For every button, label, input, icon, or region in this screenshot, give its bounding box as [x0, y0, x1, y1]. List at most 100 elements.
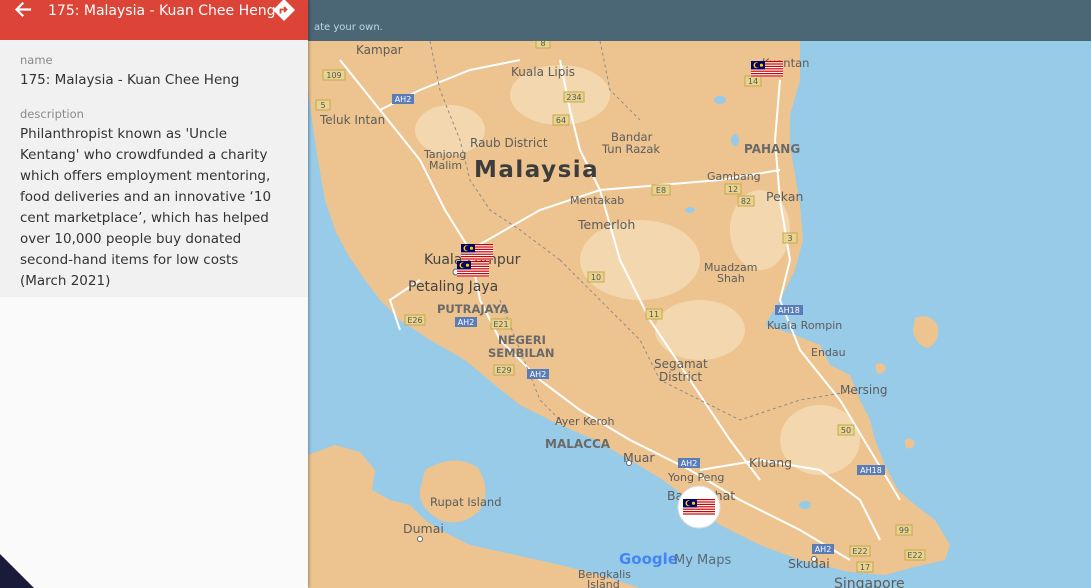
road-shield: 50 — [837, 424, 855, 436]
place-petaling-jaya: Petaling Jaya — [408, 279, 498, 295]
svg-text:AH2: AH2 — [395, 95, 412, 104]
place-yong-peng: Yong Peng — [667, 471, 724, 484]
road-shield: AH2 — [527, 369, 549, 379]
corner-decoration — [0, 554, 34, 588]
road-shield: 8 — [535, 41, 551, 49]
back-arrow-icon[interactable] — [8, 0, 36, 22]
place-endau: Endau — [811, 346, 846, 359]
svg-text:E21: E21 — [493, 320, 508, 329]
road-shield: AH2 — [392, 94, 414, 104]
road-shield: 12 — [724, 183, 742, 195]
svg-text:AH18: AH18 — [860, 466, 882, 475]
place-district: District — [659, 370, 702, 384]
road-shield: AH18 — [857, 465, 885, 475]
topbar-hint-text[interactable]: ate your own. — [314, 22, 383, 33]
svg-text:E29: E29 — [496, 366, 511, 375]
svg-text:10: 10 — [591, 273, 601, 282]
description-field-value: Philanthropist known as 'Uncle Kentang' … — [20, 126, 272, 289]
svg-text:AH2: AH2 — [681, 459, 698, 468]
panel-title: 175: Malaysia - Kuan Chee Heng — [48, 3, 276, 19]
place-island: Island — [587, 578, 620, 588]
feature-details-panel: 175: Malaysia - Kuan Chee Heng name 175:… — [0, 0, 308, 588]
road-shield: 109 — [322, 69, 346, 81]
svg-text:109: 109 — [326, 71, 341, 80]
road-shield: 99 — [895, 524, 913, 536]
place-mersing: Mersing — [840, 383, 887, 397]
road-shield: E26 — [404, 314, 426, 326]
svg-text:E22: E22 — [907, 551, 922, 560]
place-ayer-keroh: Ayer Keroh — [555, 415, 615, 428]
flag-marker-kuala-lumpur[interactable] — [461, 244, 493, 260]
road-shield: 10 — [587, 271, 605, 283]
svg-text:E26: E26 — [407, 316, 422, 325]
road-shield: 234 — [563, 91, 585, 103]
place-mentakab: Mentakab — [570, 194, 624, 207]
place-segamat: Segamat — [654, 357, 708, 371]
place-rupat-island: Rupat Island — [430, 495, 502, 509]
selected-flag-marker-batu-pahat[interactable] — [677, 485, 721, 529]
svg-text:17: 17 — [860, 563, 870, 572]
svg-text:AH2: AH2 — [815, 545, 832, 554]
place-gambang: Gambang — [707, 170, 761, 183]
place-negeri: NEGERI — [498, 333, 546, 347]
place-kuala-rompin: Kuala Rompin — [767, 319, 842, 332]
place-singapore: Singapore — [834, 576, 905, 588]
road-shield: 82 — [737, 195, 755, 207]
svg-text:AH2: AH2 — [458, 318, 475, 327]
place-raub-district: Raub District — [470, 136, 548, 150]
details-section: name 175: Malaysia - Kuan Chee Heng desc… — [0, 40, 308, 297]
svg-text:64: 64 — [556, 116, 566, 125]
place-teluk-intan: Teluk Intan — [319, 113, 385, 127]
directions-icon[interactable] — [272, 0, 296, 22]
mymaps-text: My Maps — [674, 553, 731, 568]
svg-text:3: 3 — [787, 234, 792, 243]
google-logo-text: Google — [619, 550, 678, 568]
road-shield: 5 — [315, 99, 331, 111]
svg-text:E8: E8 — [656, 186, 666, 195]
google-mymaps-attribution: Google My Maps — [619, 550, 731, 568]
svg-text:8: 8 — [540, 41, 545, 48]
road-shield: 11 — [645, 308, 663, 320]
svg-text:AH2: AH2 — [530, 370, 547, 379]
place-pekan: Pekan — [766, 189, 803, 204]
svg-text:234: 234 — [566, 93, 581, 102]
place-temerloh: Temerloh — [577, 217, 635, 232]
road-shield: 14 — [744, 75, 762, 87]
country-label: Malaysia — [474, 157, 599, 183]
road-shield: E21 — [490, 318, 512, 330]
panel-header: 175: Malaysia - Kuan Chee Heng — [0, 0, 308, 40]
road-shield: AH2 — [455, 317, 477, 327]
road-shield: 64 — [552, 114, 570, 126]
road-shield: E22 — [904, 549, 926, 561]
svg-text:99: 99 — [899, 526, 909, 535]
road-shield: E8 — [651, 184, 671, 196]
place-pahang: PAHANG — [744, 142, 800, 156]
svg-text:11: 11 — [649, 310, 659, 319]
flag-marker-petaling-jaya[interactable] — [457, 261, 489, 277]
place-shah: Shah — [717, 272, 745, 285]
description-field-label: description — [20, 107, 84, 121]
place-kampar: Kampar — [356, 43, 403, 57]
place-kluang: Kluang — [749, 455, 792, 470]
place-dumai: Dumai — [403, 521, 444, 536]
road-shield: AH2 — [678, 458, 700, 468]
svg-text:12: 12 — [728, 185, 738, 194]
place-putrajaya: PUTRAJAYA — [437, 302, 509, 316]
place-kuala-lipis: Kuala Lipis — [511, 65, 575, 79]
svg-text:82: 82 — [741, 197, 751, 206]
svg-text:Google: Google — [619, 550, 678, 568]
name-field-label: name — [20, 53, 53, 67]
svg-text:5: 5 — [320, 101, 325, 110]
road-shield: AH2 — [812, 544, 834, 554]
place-tun-razak: Tun Razak — [601, 142, 660, 156]
road-shield: 17 — [856, 561, 874, 573]
place-malim: Malim — [429, 159, 462, 172]
road-shield: 3 — [782, 232, 798, 244]
place-malacca: MALACCA — [545, 437, 611, 451]
road-shield: E22 — [849, 545, 871, 557]
svg-text:50: 50 — [841, 426, 851, 435]
place-sembilan: SEMBILAN — [488, 346, 554, 360]
svg-text:AH18: AH18 — [778, 306, 800, 315]
flag-marker-kuantan[interactable] — [751, 61, 783, 77]
road-shield: E29 — [493, 364, 515, 376]
